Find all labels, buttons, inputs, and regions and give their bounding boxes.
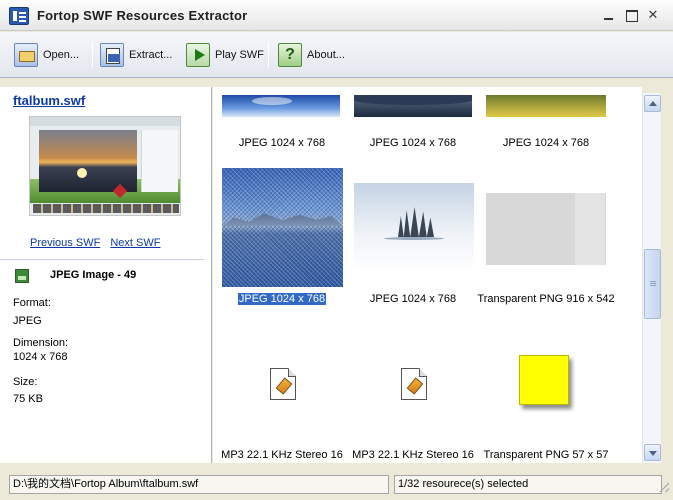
toolbar-separator [92,42,93,68]
status-path: D:\我的文档\Fortop Album\ftalbum.swf [9,475,389,494]
dimension-label: Dimension: [13,337,69,349]
yellow-png-thumbnail[interactable] [519,355,569,405]
vertical-scrollbar[interactable] [642,93,661,463]
info-panel: ftalbum.swf Previous SWF Next SWF JPEG I… [0,87,212,463]
audio-icon [275,377,293,395]
divider [0,259,204,260]
resource-caption: Transparent PNG 57 x 57 [483,449,609,461]
size-label: Size: [13,376,38,388]
open-button-label: Open... [43,49,80,61]
preview-photo [39,130,137,192]
preview-side-panel [141,130,178,192]
status-selection: 1/32 resourece(s) selected [394,475,662,494]
swf-file-link[interactable]: ftalbum.swf [13,93,85,108]
resource-thumbnail-selected[interactable] [222,168,343,287]
close-button[interactable]: ✕ [645,7,661,23]
toolbar-separator [268,42,269,68]
preview-header [30,117,180,126]
resource-title: JPEG Image - 49 [50,269,137,281]
selected-caption-text: JPEG 1024 x 768 [236,292,328,306]
resource-caption: MP3 22.1 KHz Stereo 16 [221,449,343,461]
preview-sun [77,168,87,178]
toolbar: Open... Extract... Play SWF ? About... [0,32,673,78]
status-bar: D:\我的文档\Fortop Album\ftalbum.swf 1/32 re… [0,472,673,500]
scroll-down-button[interactable] [644,444,661,461]
resource-thumbnail[interactable] [354,95,472,117]
image-icon [15,269,29,283]
resource-caption: JPEG 1024 x 768 [369,293,457,305]
page-fold [419,369,427,377]
preview-thumbnail-strip [33,204,179,213]
format-label: Format: [13,297,51,309]
app-icon [9,7,29,25]
trees [398,207,434,237]
save-disk-icon [100,43,124,67]
about-button-label: About... [307,49,345,61]
resource-thumbnail[interactable] [354,183,474,272]
resource-caption: MP3 22.1 KHz Stereo 16 [352,449,474,461]
resource-thumbnail[interactable] [486,193,606,265]
about-button[interactable]: ? About... [278,43,345,67]
page-fold [288,369,296,377]
minimize-button[interactable] [601,7,617,23]
swf-navigation: Previous SWF Next SWF [30,237,167,249]
size-value: 75 KB [13,393,43,405]
resource-thumbnail[interactable] [222,95,340,117]
title-bar[interactable]: Fortop SWF Resources Extractor ✕ [0,0,673,31]
resource-caption: Transparent PNG 916 x 542 [477,293,615,305]
resource-caption-selected: JPEG 1024 x 768 [213,292,351,306]
extract-button[interactable]: Extract... [100,43,172,67]
maximize-button[interactable] [623,7,639,23]
audio-icon [406,377,424,395]
mp3-file-icon[interactable] [270,368,296,400]
resource-grid[interactable]: JPEG 1024 x 768 JPEG 1024 x 768 JPEG 102… [213,87,642,463]
mp3-file-icon[interactable] [401,368,427,400]
swf-preview-image [29,116,181,216]
folder-open-icon [14,43,38,67]
play-swf-button[interactable]: Play SWF [186,43,264,67]
resource-thumbnail[interactable] [486,95,606,117]
window-title: Fortop SWF Resources Extractor [37,8,248,23]
resource-caption: JPEG 1024 x 768 [502,137,590,149]
dimension-value: 1024 x 768 [13,351,68,363]
extract-button-label: Extract... [129,49,173,61]
previous-swf-link[interactable]: Previous SWF [30,237,100,249]
resource-caption: JPEG 1024 x 768 [238,137,326,149]
open-button[interactable]: Open... [14,43,79,67]
scroll-thumb[interactable] [644,249,661,319]
scroll-up-button[interactable] [644,95,661,112]
play-icon [186,43,210,67]
help-question-icon: ? [278,43,302,67]
resource-caption: JPEG 1024 x 768 [369,137,457,149]
next-swf-link[interactable]: Next SWF [110,237,160,249]
play-swf-button-label: Play SWF [215,49,264,61]
format-value: JPEG [13,315,42,327]
